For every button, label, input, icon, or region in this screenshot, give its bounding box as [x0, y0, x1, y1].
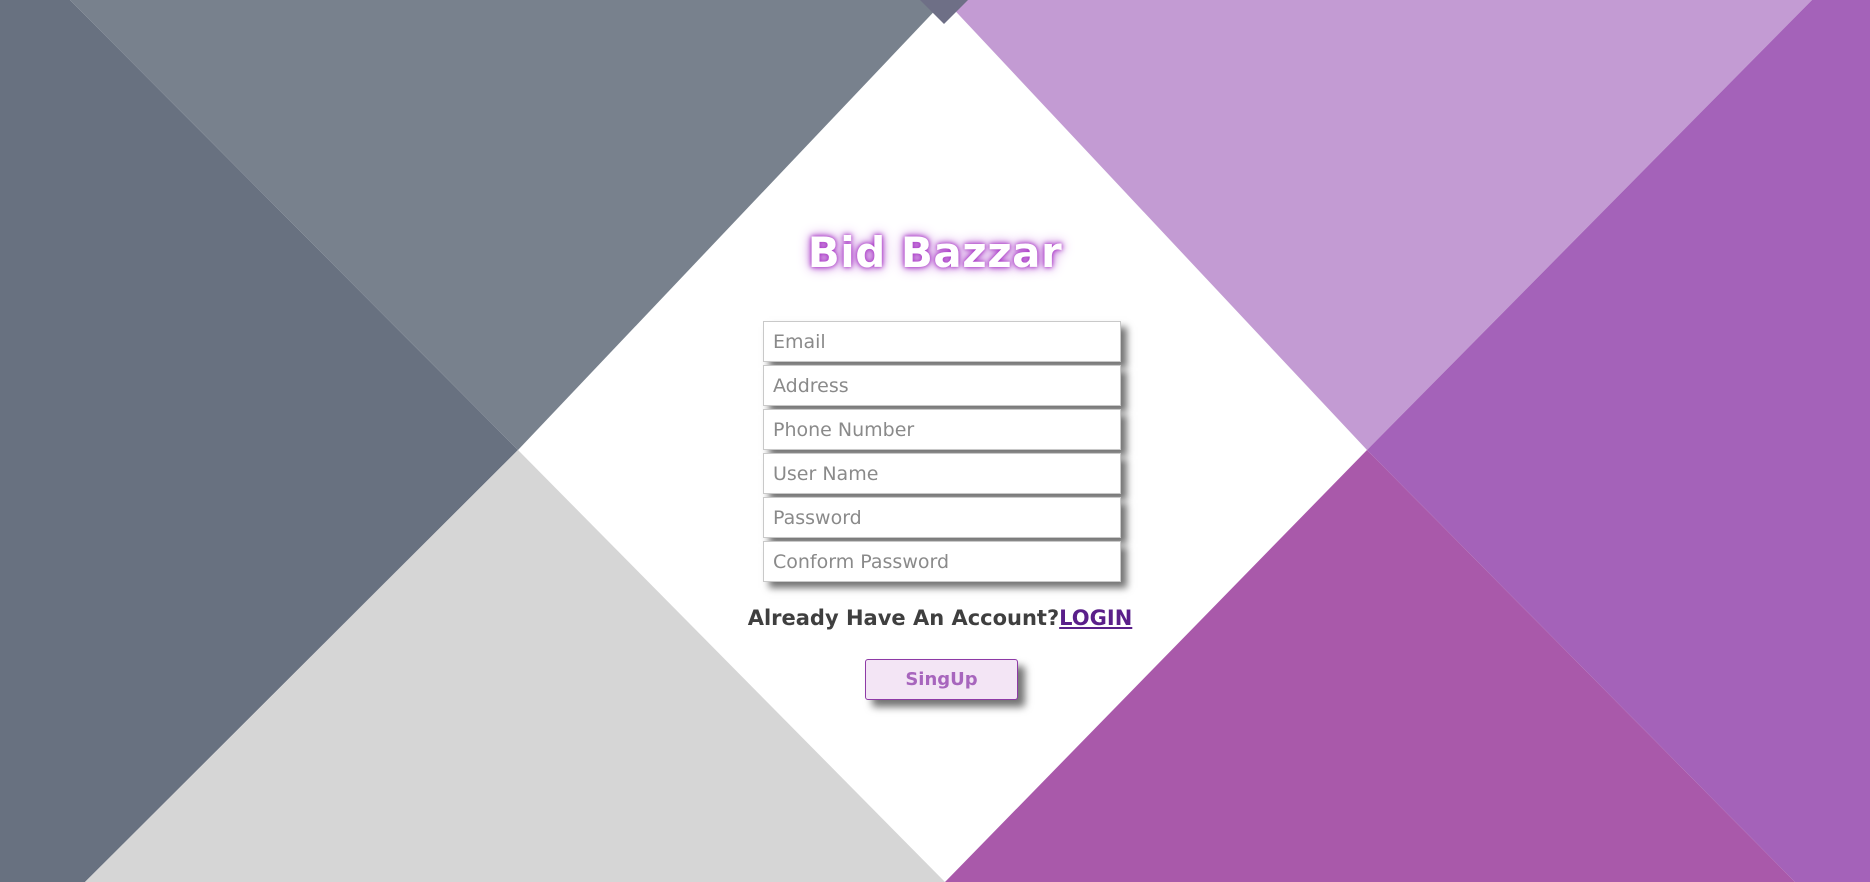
signup-button[interactable]: SingUp	[865, 659, 1018, 700]
address-field[interactable]	[763, 365, 1121, 406]
signup-page: Bid Bazzar Already Have An Account?LOGIN…	[0, 0, 1870, 882]
signup-form	[763, 321, 1121, 585]
username-field[interactable]	[763, 453, 1121, 494]
confirm-password-field[interactable]	[763, 541, 1121, 582]
phone-number-field[interactable]	[763, 409, 1121, 450]
login-prompt: Already Have An Account?LOGIN	[0, 606, 1870, 630]
login-prompt-text: Already Have An Account?	[747, 606, 1060, 630]
email-field[interactable]	[763, 321, 1121, 362]
login-link[interactable]: LOGIN	[1059, 606, 1132, 630]
password-field[interactable]	[763, 497, 1121, 538]
brand-title: Bid Bazzar	[807, 228, 1063, 277]
